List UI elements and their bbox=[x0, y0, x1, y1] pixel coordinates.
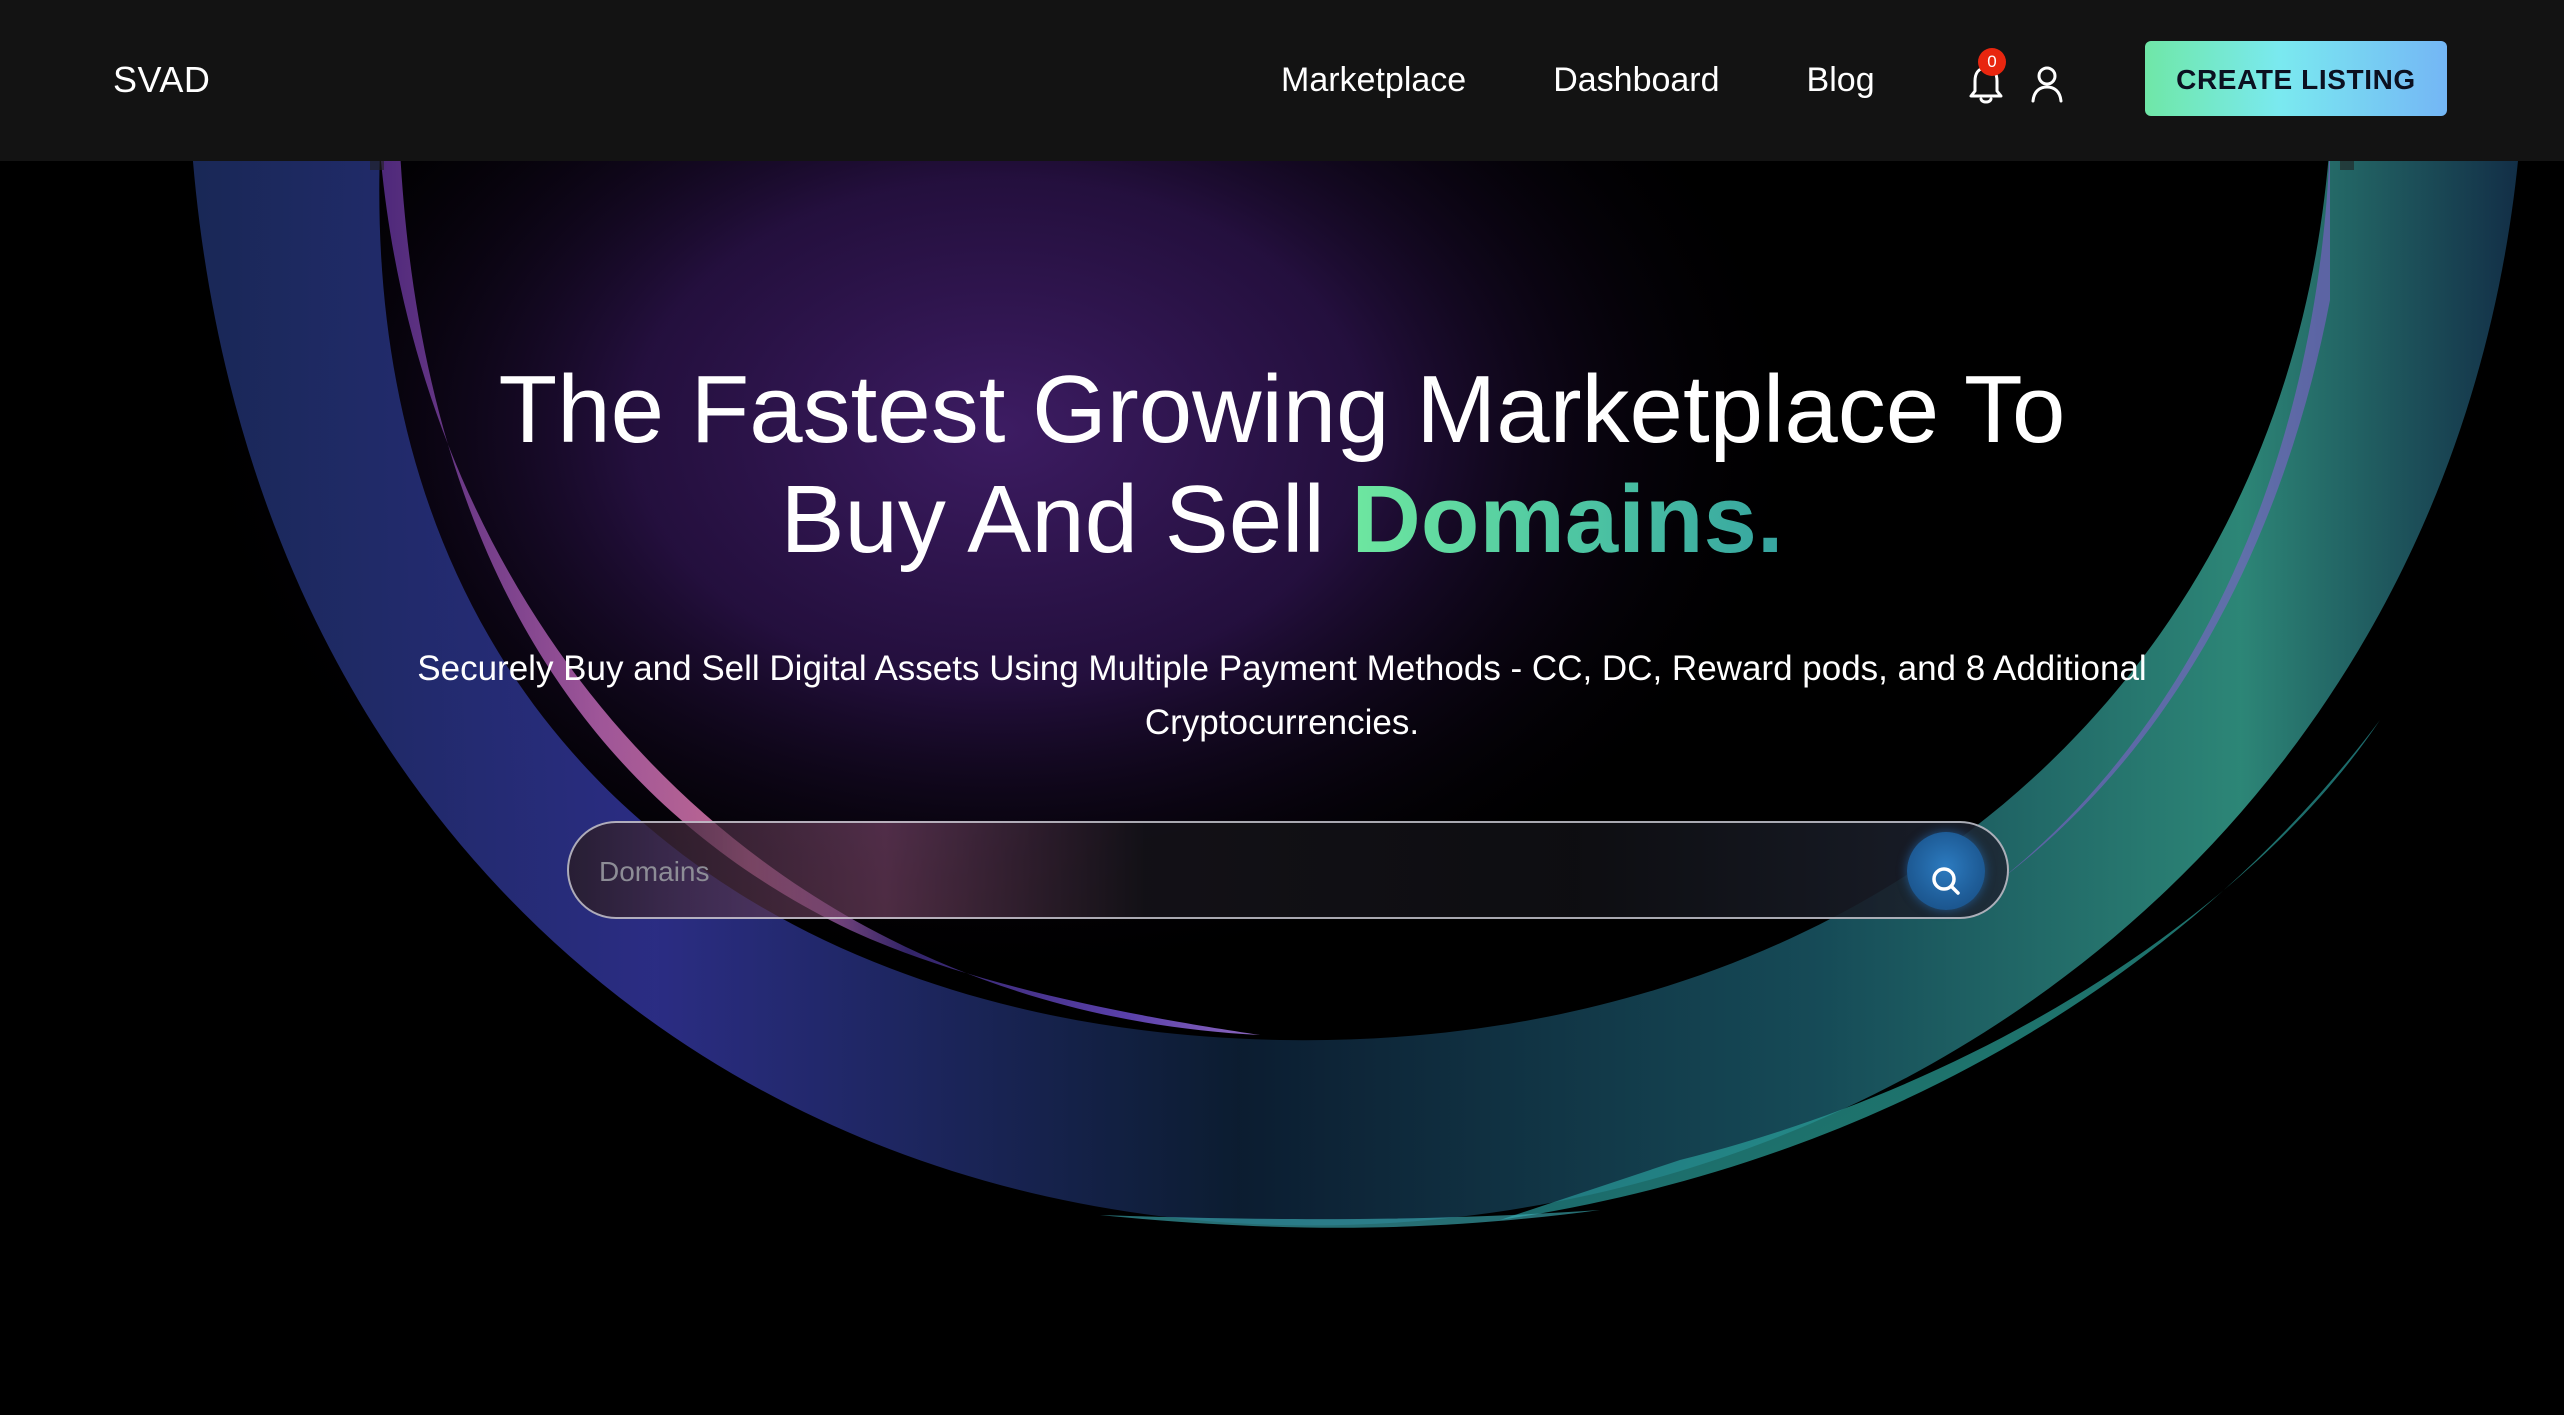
top-navbar: SVAD Marketplace Dashboard Blog 0 CREATE… bbox=[0, 0, 2564, 161]
nav-blog[interactable]: Blog bbox=[1807, 58, 1875, 102]
hero-headline-line1: The Fastest Growing Marketplace To bbox=[498, 356, 2066, 463]
domain-search-bar bbox=[567, 821, 2009, 919]
domain-search-input[interactable] bbox=[597, 845, 1821, 899]
hero-headline: The Fastest Growing Marketplace To Buy A… bbox=[282, 355, 2282, 575]
user-icon[interactable] bbox=[2030, 64, 2064, 104]
hero-subtitle: Securely Buy and Sell Digital Assets Usi… bbox=[282, 642, 2282, 750]
hero-subtitle-line1: Securely Buy and Sell Digital Assets Usi… bbox=[417, 649, 2147, 688]
search-icon bbox=[1932, 866, 1960, 895]
search-button[interactable] bbox=[1907, 832, 1985, 910]
main-nav: Marketplace Dashboard Blog bbox=[1281, 58, 1875, 102]
hero-headline-line2: Buy And Sell Domains. bbox=[282, 465, 2282, 575]
nav-marketplace[interactable]: Marketplace bbox=[1281, 58, 1466, 102]
create-listing-button[interactable]: CREATE LISTING bbox=[2145, 41, 2447, 116]
hero-subtitle-line2: Cryptocurrencies. bbox=[1144, 703, 1420, 742]
page: SVAD Marketplace Dashboard Blog 0 CREATE… bbox=[0, 0, 2564, 1415]
hero-headline-accent: Domains. bbox=[1351, 466, 1784, 573]
nav-dashboard[interactable]: Dashboard bbox=[1553, 58, 1719, 102]
notification-badge: 0 bbox=[1978, 48, 2006, 76]
site-logo[interactable]: SVAD bbox=[113, 58, 210, 102]
hero-headline-prefix: Buy And Sell bbox=[780, 466, 1352, 573]
